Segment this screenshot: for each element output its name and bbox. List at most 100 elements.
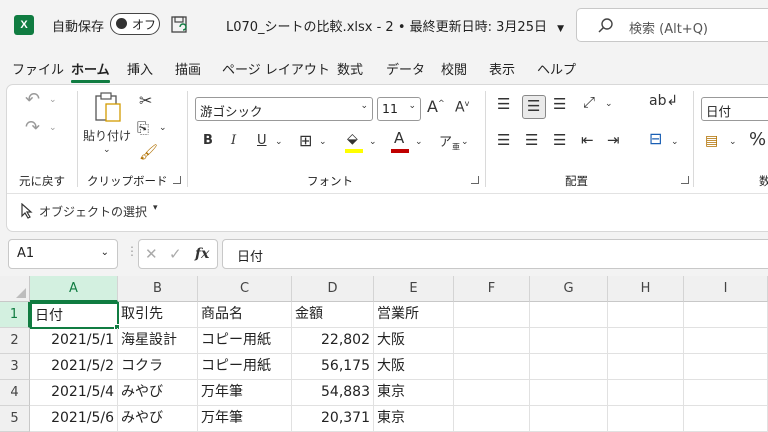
enter-icon[interactable]: ✓ [169, 245, 182, 263]
column-header-g[interactable]: G [530, 276, 608, 302]
row-header-4[interactable]: 4 [0, 380, 30, 406]
align-bottom-icon[interactable]: ☰ [553, 95, 566, 113]
cell-e5[interactable]: 東京 [374, 406, 454, 432]
tab-home[interactable]: ホーム [71, 59, 110, 83]
cell-e3[interactable]: 大阪 [374, 354, 454, 380]
cell-d4[interactable]: 54,883 [292, 380, 374, 406]
insert-function-icon[interactable]: fx [195, 246, 209, 262]
copy-icon[interactable]: ⎘ [137, 119, 149, 137]
cell-g5[interactable] [530, 406, 608, 432]
cell-f2[interactable] [454, 328, 530, 354]
cell-g4[interactable] [530, 380, 608, 406]
accounting-format-icon[interactable]: ▤ [705, 133, 718, 149]
percent-style-icon[interactable]: % [749, 129, 766, 150]
name-box[interactable]: A1 ⌄ [8, 239, 118, 269]
accounting-dropdown-icon[interactable]: ⌄ [729, 137, 737, 147]
number-format-select[interactable]: 日付 [701, 97, 768, 121]
cell-d2[interactable]: 22,802 [292, 328, 374, 354]
phonetic-dropdown-icon[interactable]: ⌄ [461, 137, 469, 147]
font-size-select[interactable]: 11 ⌄ [377, 97, 421, 121]
column-header-c[interactable]: C [198, 276, 292, 302]
cancel-icon[interactable]: ✕ [145, 245, 158, 263]
cell-h1[interactable] [608, 302, 684, 328]
column-header-a[interactable]: A [30, 276, 118, 302]
cell-d1[interactable]: 金額 [292, 302, 374, 328]
redo-icon[interactable]: ↷ [25, 117, 40, 138]
cell-a3[interactable]: 2021/5/2 [30, 354, 118, 380]
font-name-select[interactable]: 游ゴシック ⌄ [195, 97, 373, 121]
select-objects-label[interactable]: オブジェクトの選択 [39, 203, 147, 220]
cell-d5[interactable]: 20,371 [292, 406, 374, 432]
select-objects-icon[interactable] [19, 203, 35, 219]
underline-button[interactable]: U [257, 133, 267, 148]
underline-dropdown-icon[interactable]: ⌄ [275, 137, 283, 147]
document-title[interactable]: L070_シートの比較.xlsx - 2 • 最終更新日時: 3月25日 ▼ [226, 16, 564, 35]
decrease-font-size-icon[interactable]: Av [455, 99, 469, 116]
quick-access-dropdown-icon[interactable]: ▾ [153, 203, 158, 213]
cell-a2[interactable]: 2021/5/1 [30, 328, 118, 354]
tab-draw[interactable]: 描画 [175, 59, 201, 78]
column-header-b[interactable]: B [118, 276, 198, 302]
row-header-2[interactable]: 2 [0, 328, 30, 354]
column-header-d[interactable]: D [292, 276, 374, 302]
cell-b3[interactable]: コクラ [118, 354, 198, 380]
cell-i3[interactable] [684, 354, 768, 380]
align-middle-button[interactable]: ☰ [522, 95, 546, 119]
font-color-dropdown-icon[interactable]: ⌄ [415, 137, 423, 147]
alignment-launcher-icon[interactable] [681, 176, 689, 184]
cut-icon[interactable]: ✂ [139, 91, 152, 110]
paste-icon[interactable] [93, 91, 123, 123]
search-input[interactable]: 検索 (Alt+Q) [576, 8, 768, 42]
column-header-h[interactable]: H [608, 276, 684, 302]
select-all-button[interactable] [0, 276, 30, 302]
tab-help[interactable]: ヘルプ [537, 59, 576, 78]
cell-b4[interactable]: みやび [118, 380, 198, 406]
cell-g3[interactable] [530, 354, 608, 380]
column-header-f[interactable]: F [454, 276, 530, 302]
row-header-5[interactable]: 5 [0, 406, 30, 432]
wrap-text-icon[interactable]: ab↲ [649, 93, 678, 109]
column-header-e[interactable]: E [374, 276, 454, 302]
save-status-icon[interactable] [170, 15, 190, 35]
cell-i5[interactable] [684, 406, 768, 432]
tab-view[interactable]: 表示 [489, 59, 515, 78]
cell-d3[interactable]: 56,175 [292, 354, 374, 380]
tab-page-layout[interactable]: ページ レイアウト [222, 59, 330, 78]
tab-file[interactable]: ファイル [12, 59, 64, 78]
column-header-i[interactable]: I [684, 276, 768, 302]
phonetic-guide-icon[interactable]: ア亜 [439, 131, 460, 153]
align-right-icon[interactable]: ☰ [553, 131, 566, 149]
tab-review[interactable]: 校閲 [441, 59, 467, 78]
cell-c4[interactable]: 万年筆 [198, 380, 292, 406]
autosave-toggle[interactable]: オフ [110, 13, 160, 35]
merge-center-icon[interactable]: ⊟ [649, 129, 662, 148]
redo-dropdown-icon[interactable]: ⌄ [49, 123, 57, 133]
cell-c1[interactable]: 商品名 [198, 302, 292, 328]
cell-h3[interactable] [608, 354, 684, 380]
cell-g2[interactable] [530, 328, 608, 354]
paste-button-label[interactable]: 貼り付け [83, 127, 131, 144]
format-painter-icon[interactable]: 🖌 [139, 143, 158, 161]
formula-bar-grip-icon[interactable]: ⋮ [126, 244, 138, 258]
cell-h4[interactable] [608, 380, 684, 406]
cell-i1[interactable] [684, 302, 768, 328]
align-left-icon[interactable]: ☰ [497, 131, 510, 149]
cell-e4[interactable]: 東京 [374, 380, 454, 406]
merge-dropdown-icon[interactable]: ⌄ [671, 137, 679, 147]
paste-dropdown-icon[interactable]: ⌄ [103, 145, 111, 155]
formula-input[interactable]: 日付 [222, 239, 768, 269]
cell-i4[interactable] [684, 380, 768, 406]
cell-c2[interactable]: コピー用紙 [198, 328, 292, 354]
borders-dropdown-icon[interactable]: ⌄ [319, 137, 327, 147]
copy-dropdown-icon[interactable]: ⌄ [159, 123, 167, 133]
fill-color-dropdown-icon[interactable]: ⌄ [369, 137, 377, 147]
cell-a4[interactable]: 2021/5/4 [30, 380, 118, 406]
font-launcher-icon[interactable] [471, 176, 479, 184]
borders-icon[interactable]: ⊞ [299, 131, 312, 150]
bold-button[interactable]: B [203, 133, 213, 148]
cell-a1[interactable]: 日付 [30, 302, 119, 329]
cell-f3[interactable] [454, 354, 530, 380]
cell-b1[interactable]: 取引先 [118, 302, 198, 328]
italic-button[interactable]: I [231, 133, 236, 148]
clipboard-launcher-icon[interactable] [173, 176, 181, 184]
